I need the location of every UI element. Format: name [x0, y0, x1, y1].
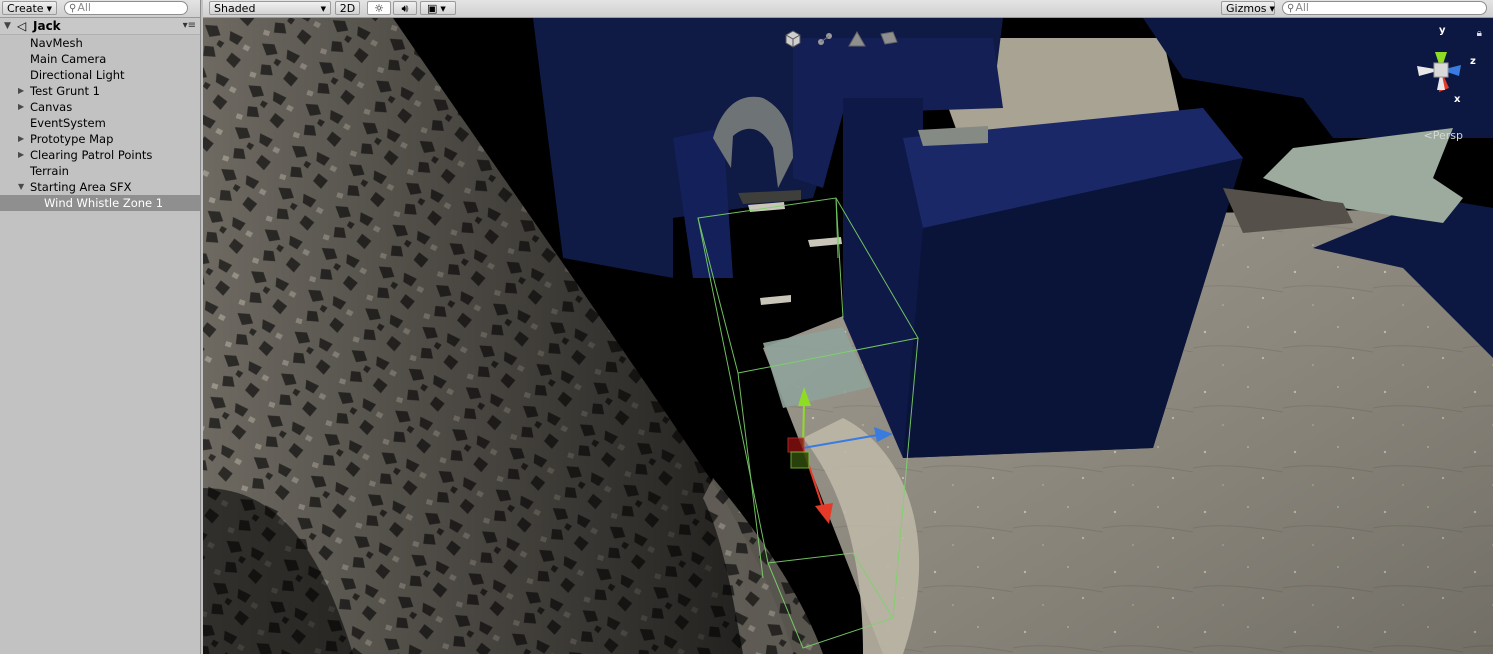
hierarchy-item[interactable]: Terrain	[0, 163, 200, 179]
chevron-left-icon: <	[1423, 129, 1433, 142]
hierarchy-item-label: EventSystem	[30, 116, 106, 130]
search-placeholder: All	[77, 1, 91, 14]
audio-icon: 🔊︎	[401, 2, 409, 15]
projection-label: Persp	[1432, 129, 1463, 142]
hierarchy-item-label: Clearing Patrol Points	[30, 148, 153, 162]
projection-toggle[interactable]: <Persp	[1424, 129, 1463, 142]
hierarchy-item-label: Prototype Map	[30, 132, 114, 146]
dropdown-arrow-icon: ▼	[46, 5, 52, 13]
mesh-triangle-icon[interactable]	[848, 30, 866, 47]
search-icon: ⚲	[1287, 3, 1295, 14]
chevron-down-icon[interactable]: ▼	[18, 179, 24, 195]
axis-y-label: y	[1439, 25, 1446, 36]
gizmos-dropdown[interactable]: Gizmos ▼	[1221, 1, 1275, 15]
create-label: Create	[7, 2, 44, 15]
chevron-down-icon[interactable]: ▼	[4, 18, 11, 34]
hierarchy-toolbar: Create ▼ ⚲All	[0, 0, 200, 18]
hierarchy-item[interactable]: ▶ Clearing Patrol Points	[0, 147, 200, 163]
unity-scene-icon: ◁	[17, 19, 27, 33]
scene-search-input[interactable]: ⚲All	[1282, 1, 1487, 15]
hierarchy-item[interactable]: Directional Light	[0, 67, 200, 83]
search-icon: ⚲	[69, 3, 77, 14]
axis-z-label: z	[1470, 56, 1476, 67]
gizmo-tool-icons	[783, 28, 903, 50]
sun-icon: ☼	[374, 2, 384, 15]
effects-dropdown[interactable]: ▣ ▼	[420, 1, 456, 15]
plane-icon[interactable]	[880, 31, 898, 45]
hierarchy-item-label: Wind Whistle Zone 1	[44, 196, 164, 210]
nav-agent-icon[interactable]	[818, 33, 832, 45]
scene-view: Shaded ▼ 2D ☼ 🔊︎ ▣ ▼ Gizmos ▼ ⚲All y z x…	[203, 0, 1493, 654]
gizmos-label: Gizmos	[1226, 2, 1267, 15]
box-collider-icon[interactable]	[785, 30, 801, 48]
scene-header[interactable]: ▼ ◁ Jack ▾≡	[0, 18, 200, 35]
scene-menu-icon[interactable]: ▾≡	[183, 18, 196, 34]
hierarchy-item[interactable]: ▶ Prototype Map	[0, 131, 200, 147]
scene-viewport[interactable]: y z x 🔒︎ <Persp	[203, 18, 1493, 654]
hierarchy-item-label: Starting Area SFX	[30, 180, 132, 194]
create-dropdown[interactable]: Create ▼	[2, 1, 57, 15]
lock-icon[interactable]: 🔒︎	[1477, 28, 1482, 39]
chevron-right-icon[interactable]: ▶	[18, 131, 24, 147]
draw-mode-label: Shaded	[214, 2, 256, 15]
tool-icons-svg	[785, 30, 898, 48]
chevron-right-icon[interactable]: ▶	[18, 83, 24, 99]
dropdown-arrow-icon: ▼	[1269, 5, 1275, 13]
hierarchy-item-label: Canvas	[30, 100, 73, 114]
audio-toggle-button[interactable]: 🔊︎	[393, 1, 417, 15]
dropdown-arrow-icon: ▼	[320, 5, 326, 13]
lighting-toggle-button[interactable]: ☼	[367, 1, 391, 15]
hierarchy-list: NavMesh Main Camera Directional Light ▶ Test…	[0, 35, 200, 211]
hierarchy-item[interactable]: EventSystem	[0, 115, 200, 131]
hierarchy-item[interactable]: Main Camera	[0, 51, 200, 67]
hierarchy-item[interactable]: ▶ Test Grunt 1	[0, 83, 200, 99]
scene-toolbar: Shaded ▼ 2D ☼ 🔊︎ ▣ ▼ Gizmos ▼ ⚲All	[203, 0, 1493, 18]
axis-x-label: x	[1454, 94, 1461, 105]
hierarchy-item-label: Terrain	[30, 164, 69, 178]
scene-name: Jack	[33, 19, 61, 33]
hierarchy-item[interactable]: ▼ Starting Area SFX	[0, 179, 200, 195]
2d-toggle-button[interactable]: 2D	[335, 1, 360, 15]
hierarchy-panel: Create ▼ ⚲All ▼ ◁ Jack ▾≡ NavMesh Main Cam…	[0, 0, 201, 654]
hierarchy-item-label: Test Grunt 1	[30, 84, 100, 98]
draw-mode-dropdown[interactable]: Shaded ▼	[209, 1, 331, 15]
chevron-right-icon[interactable]: ▶	[18, 147, 24, 163]
hierarchy-item[interactable]: ▶ Canvas	[0, 99, 200, 115]
dropdown-arrow-icon: ▼	[440, 5, 446, 13]
hierarchy-item[interactable]: NavMesh	[0, 35, 200, 51]
hierarchy-item-label: Directional Light	[30, 68, 125, 82]
hierarchy-search-input[interactable]: ⚲All	[64, 1, 188, 15]
search-placeholder: All	[1295, 1, 1309, 14]
chevron-right-icon[interactable]: ▶	[18, 99, 24, 115]
hierarchy-item[interactable]: Wind Whistle Zone 1	[0, 195, 200, 211]
hierarchy-item-label: NavMesh	[30, 36, 83, 50]
scene-render	[203, 18, 1493, 654]
hierarchy-item-label: Main Camera	[30, 52, 107, 66]
image-effects-icon: ▣	[427, 2, 438, 15]
2d-label: 2D	[339, 2, 356, 15]
